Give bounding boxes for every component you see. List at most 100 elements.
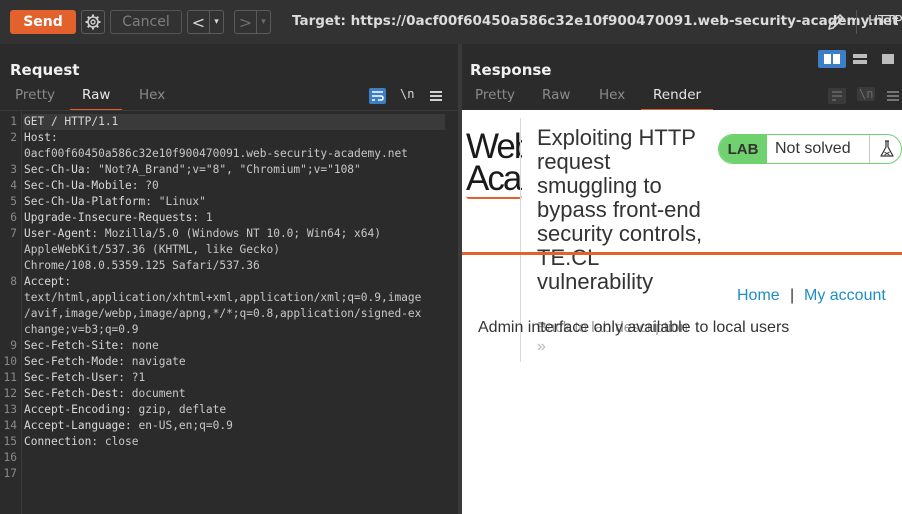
back-dropdown-button[interactable]: ▾ [209, 11, 223, 33]
request-line[interactable]: 4 Sec-Ch-Ua-Mobile: ?0 [0, 178, 458, 194]
response-tab-render[interactable]: Render [640, 87, 714, 111]
request-tab-raw[interactable]: Raw [69, 87, 123, 111]
line-text: AppleWebKit/537.36 (KHTML, like Gecko) [24, 242, 280, 258]
response-tab-pretty[interactable]: Pretty [475, 87, 515, 109]
menu-icon[interactable] [430, 91, 442, 101]
line-number: 6 [10, 211, 17, 224]
nav-separator: | [790, 287, 795, 304]
split-vertical-icon[interactable] [846, 50, 874, 68]
header-name: Upgrade-Insecure-Requests [24, 211, 193, 224]
newline-icon[interactable]: \n [400, 87, 414, 101]
nav-home-link[interactable]: Home [737, 287, 780, 305]
line-number: 2 [10, 131, 17, 144]
header-name: Sec-Fetch-Dest [24, 387, 119, 400]
header-value: AppleWebKit/537.36 (KHTML, like Gecko) [24, 243, 280, 256]
request-editor[interactable]: 1 GET / HTTP/1.1 2 Host: 0acf00f60450a586c32… [0, 110, 458, 514]
request-line[interactable]: 3 Sec-Ch-Ua: "Not?A_Brand";v="8", "Chromi… [0, 162, 458, 178]
header-value: : document [118, 387, 186, 400]
request-line[interactable]: 6 Upgrade-Insecure-Requests: 1 [0, 210, 458, 226]
request-line[interactable]: 5 Sec-Ch-Ua-Platform: "Linux" [0, 194, 458, 210]
single-pane-icon[interactable] [874, 50, 902, 68]
line-number: 7 [10, 227, 17, 240]
protocol-selector[interactable]: HTTP [868, 13, 902, 29]
flask-icon [869, 135, 901, 163]
header-value: : [64, 275, 72, 288]
line-text: GET / HTTP/1.1 [24, 114, 118, 130]
request-line[interactable]: 1 GET / HTTP/1.1 [0, 114, 458, 130]
request-line[interactable]: 9 Sec-Fetch-Site: none [0, 338, 458, 354]
wrap-lines-button-disabled[interactable] [828, 88, 846, 104]
line-number: 15 [3, 435, 17, 448]
line-number: 5 [10, 195, 17, 208]
request-line[interactable]: 0acf00f60450a586c32e10f900470091.web-sec… [0, 146, 458, 162]
line-number: 13 [3, 403, 17, 416]
header-value: 0acf00f60450a586c32e10f900470091.web-sec… [24, 147, 408, 160]
header-name: User-Agent [24, 227, 92, 240]
request-line[interactable]: change;v=b3;q=0.9 [0, 322, 458, 338]
menu-icon[interactable] [887, 91, 899, 101]
logo-text-line2: Aca [466, 159, 522, 198]
split-horizontal-icon[interactable] [818, 50, 846, 68]
cancel-button[interactable]: Cancel [110, 10, 182, 34]
line-number: 14 [3, 419, 17, 432]
request-line[interactable]: 11 Sec-Fetch-User: ?1 [0, 370, 458, 386]
line-text: Sec-Fetch-User: ?1 [24, 370, 145, 386]
gear-icon [85, 14, 101, 30]
response-panel: Response Pretty Raw Hex Render \n We Aca… [462, 44, 902, 514]
request-line[interactable]: 7 User-Agent: Mozilla/5.0 (Windows NT 10.… [0, 226, 458, 242]
request-line[interactable]: 15 Connection: close [0, 434, 458, 450]
wrap-lines-button[interactable] [369, 88, 386, 104]
newline-icon[interactable]: \n [857, 87, 876, 101]
header-value: : en-US,en;q=0.9 [125, 419, 233, 432]
back-button[interactable]: < [188, 11, 209, 33]
settings-button[interactable] [81, 10, 105, 34]
line-text: Upgrade-Insecure-Requests: 1 [24, 210, 213, 226]
header-name: Sec-Ch-Ua-Mobile [24, 179, 132, 192]
header-accent-bar [462, 252, 902, 255]
header-value: : "Linux" [145, 195, 206, 208]
request-line[interactable]: 12 Sec-Fetch-Dest: document [0, 386, 458, 402]
response-tab-hex[interactable]: Hex [599, 87, 625, 109]
nav-my-account-link[interactable]: My account [804, 287, 886, 305]
header-name: Sec-Fetch-Site [24, 339, 119, 352]
request-line[interactable]: AppleWebKit/537.36 (KHTML, like Gecko) [0, 242, 458, 258]
header-name: Host [24, 131, 51, 144]
chevron-right-icon: » [537, 338, 546, 355]
forward-button[interactable]: > [235, 11, 256, 33]
line-number: 16 [3, 451, 17, 464]
request-line[interactable]: 13 Accept-Encoding: gzip, deflate [0, 402, 458, 418]
request-line[interactable]: 10 Sec-Fetch-Mode: navigate [0, 354, 458, 370]
send-button[interactable]: Send [10, 10, 76, 34]
academy-logo[interactable]: Web Aca [466, 130, 522, 202]
request-line[interactable]: 8 Accept: [0, 274, 458, 290]
line-text: Accept: [24, 274, 71, 290]
line-text: change;v=b3;q=0.9 [24, 322, 139, 338]
header-value: : ?0 [131, 179, 159, 192]
forward-dropdown-button[interactable]: ▾ [256, 11, 270, 33]
request-line[interactable]: Chrome/108.0.5359.125 Safari/537.36 [0, 258, 458, 274]
lab-status-badge: LAB Not solved [718, 134, 902, 164]
line-text: Sec-Ch-Ua-Platform: "Linux" [24, 194, 206, 210]
request-line[interactable]: 17 [0, 466, 458, 482]
request-line[interactable]: /avif,image/webp,image/apng,*/*;q=0.8,ap… [0, 306, 458, 322]
line-text: Sec-Ch-Ua-Mobile: ?0 [24, 178, 159, 194]
header-value: Chrome/108.0.5359.125 Safari/537.36 [24, 259, 260, 272]
edit-target-button[interactable] [824, 10, 848, 34]
line-text: 0acf00f60450a586c32e10f900470091.web-sec… [24, 146, 408, 162]
line-number: 1 [10, 115, 17, 128]
response-tab-raw[interactable]: Raw [542, 87, 570, 109]
admin-message: Admin interface only available to local … [478, 319, 790, 336]
forward-nav-group: > ▾ [234, 10, 271, 34]
header-value: text/html,application/xhtml+xml,applicat… [24, 291, 422, 304]
header-value: : gzip, deflate [125, 403, 227, 416]
request-tab-pretty[interactable]: Pretty [15, 87, 55, 109]
header-value: : 1 [192, 211, 213, 224]
request-line[interactable]: 14 Accept-Language: en-US,en;q=0.9 [0, 418, 458, 434]
request-line[interactable]: 16 [0, 450, 458, 466]
request-title: Request [10, 61, 80, 79]
request-line[interactable]: 2 Host: [0, 130, 458, 146]
request-tab-hex[interactable]: Hex [139, 87, 165, 109]
header-value: change;v=b3;q=0.9 [24, 323, 139, 336]
request-line[interactable]: text/html,application/xhtml+xml,applicat… [0, 290, 458, 306]
line-text: Chrome/108.0.5359.125 Safari/537.36 [24, 258, 260, 274]
